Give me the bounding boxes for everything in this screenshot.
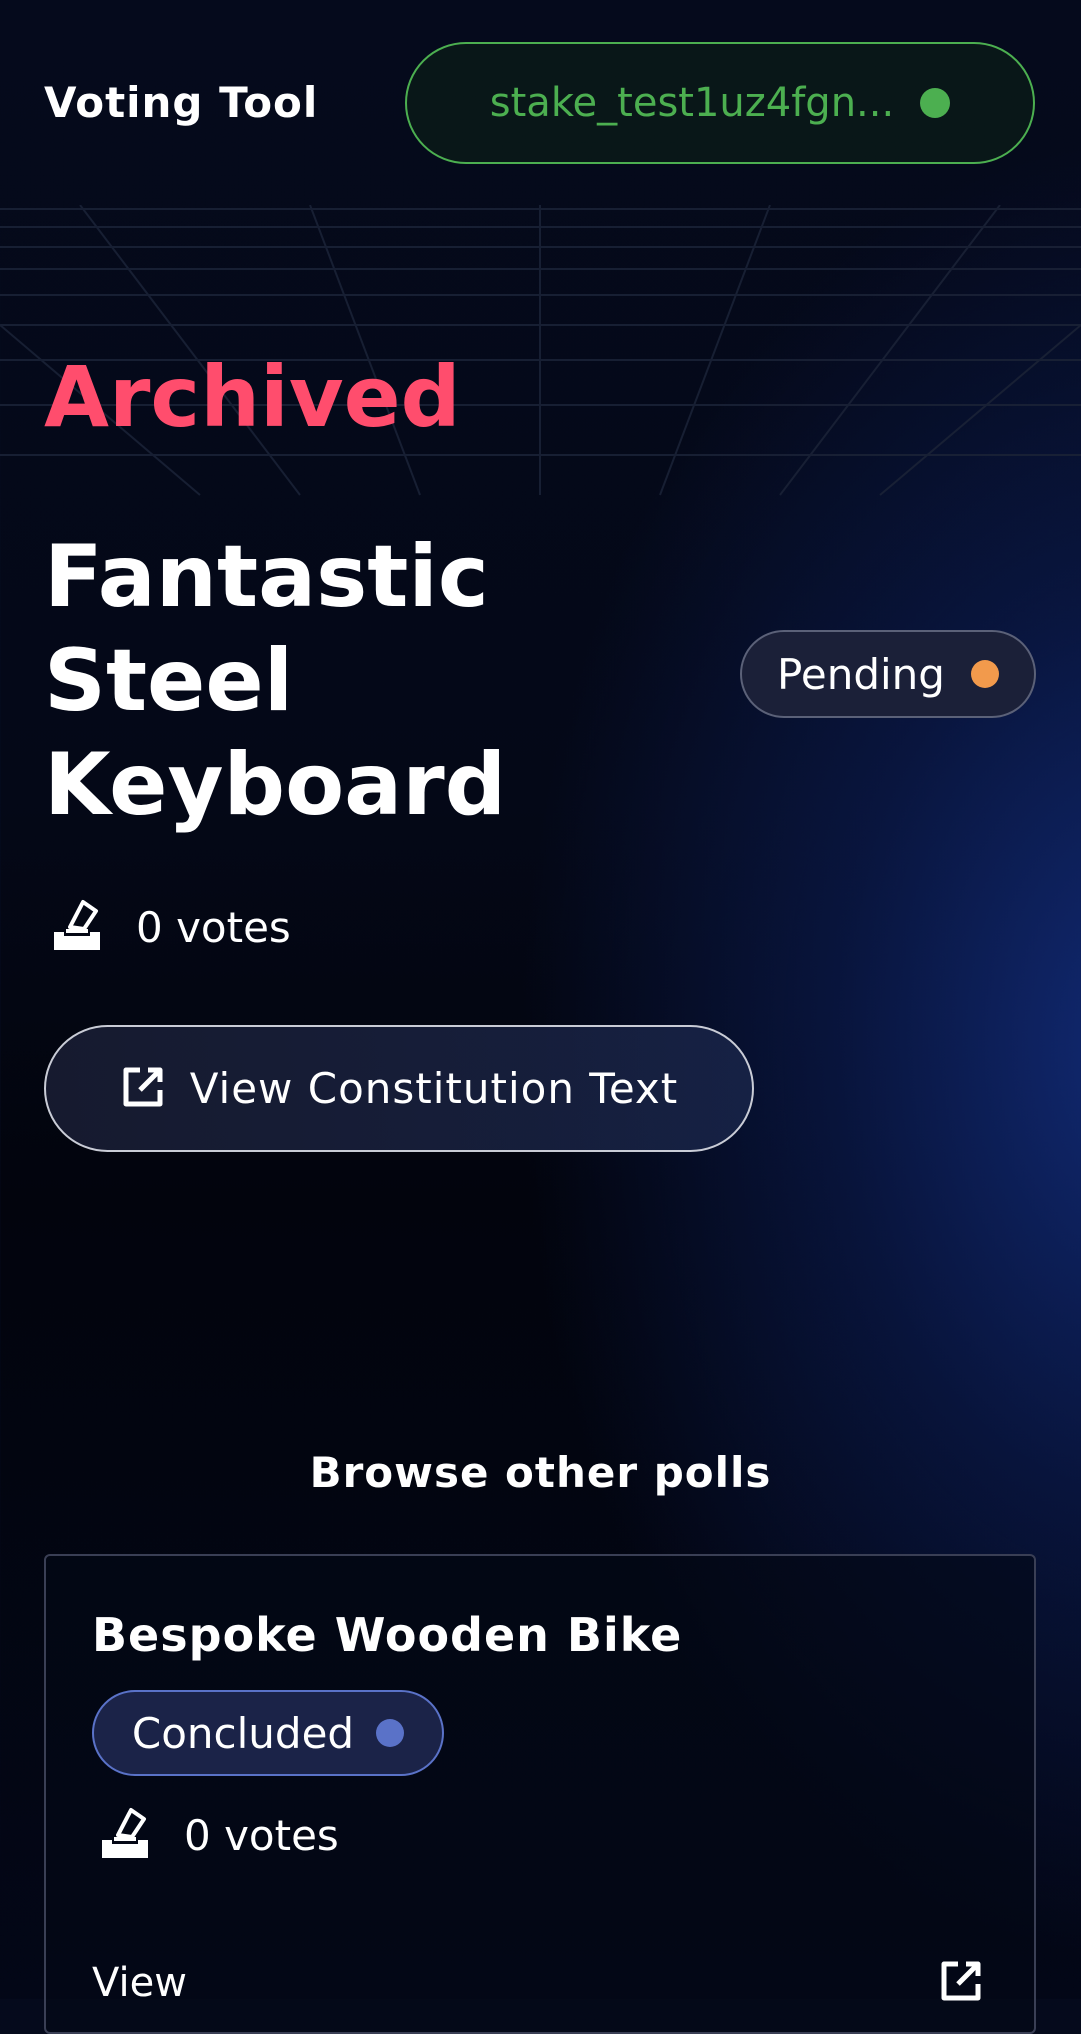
wallet-address: stake_test1uz4fgn... (489, 80, 895, 126)
top-bar: Voting Tool stake_test1uz4fgn... (0, 0, 1081, 205)
wallet-connect-button[interactable]: stake_test1uz4fgn... (405, 42, 1035, 164)
view-constitution-button[interactable]: View Constitution Text (44, 1025, 754, 1152)
poll-card-votes-count: 0 votes (184, 1810, 339, 1860)
poll-status-badge: Pending (740, 630, 1036, 718)
wallet-status-dot (920, 88, 951, 118)
ballot-box-icon (98, 1806, 152, 1864)
view-constitution-label: View Constitution Text (189, 1064, 679, 1113)
poll-card[interactable]: Bespoke Wooden Bike Concluded 0 votes Vi… (44, 1554, 1036, 2034)
external-link-icon[interactable] (938, 1958, 984, 2008)
section-label-archived: Archived (44, 348, 461, 446)
poll-votes-count: 0 votes (136, 902, 291, 952)
poll-card-votes: 0 votes (98, 1806, 339, 1864)
app-brand[interactable]: Voting Tool (44, 78, 318, 127)
status-dot-concluded (376, 1719, 405, 1747)
poll-card-status-label: Concluded (131, 1708, 355, 1758)
poll-votes: 0 votes (50, 898, 291, 956)
poll-title: Fantastic Steel Keyboard (44, 527, 507, 835)
external-link-icon (120, 1064, 166, 1114)
browse-heading: Browse other polls (309, 1448, 772, 1497)
ballot-box-icon (50, 898, 104, 956)
status-dot-pending (970, 660, 999, 688)
poll-card-view-link[interactable]: View (92, 1960, 187, 2006)
poll-card-title: Bespoke Wooden Bike (92, 1608, 683, 1662)
poll-status-label: Pending (777, 649, 945, 699)
poll-card-status-badge: Concluded (92, 1690, 444, 1776)
